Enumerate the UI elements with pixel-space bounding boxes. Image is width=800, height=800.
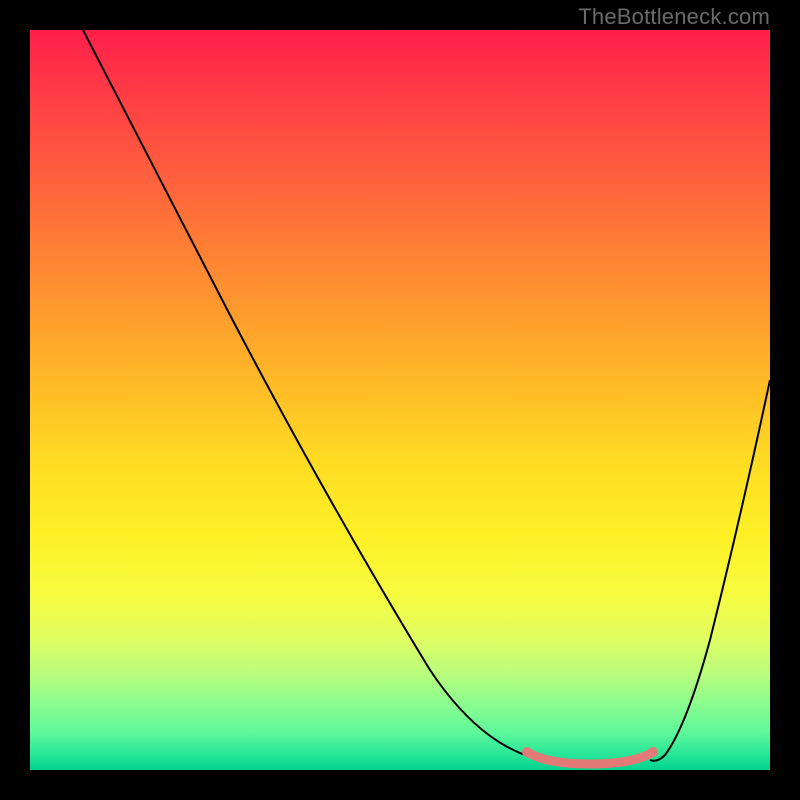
chart-frame: TheBottleneck.com — [0, 0, 800, 800]
band-left-dot — [522, 747, 532, 757]
right-curve — [650, 380, 770, 761]
band-right-dot — [648, 747, 658, 757]
left-curve — [83, 30, 575, 762]
optimal-band — [527, 752, 653, 764]
chart-svg — [30, 30, 770, 770]
watermark-text: TheBottleneck.com — [578, 4, 770, 30]
